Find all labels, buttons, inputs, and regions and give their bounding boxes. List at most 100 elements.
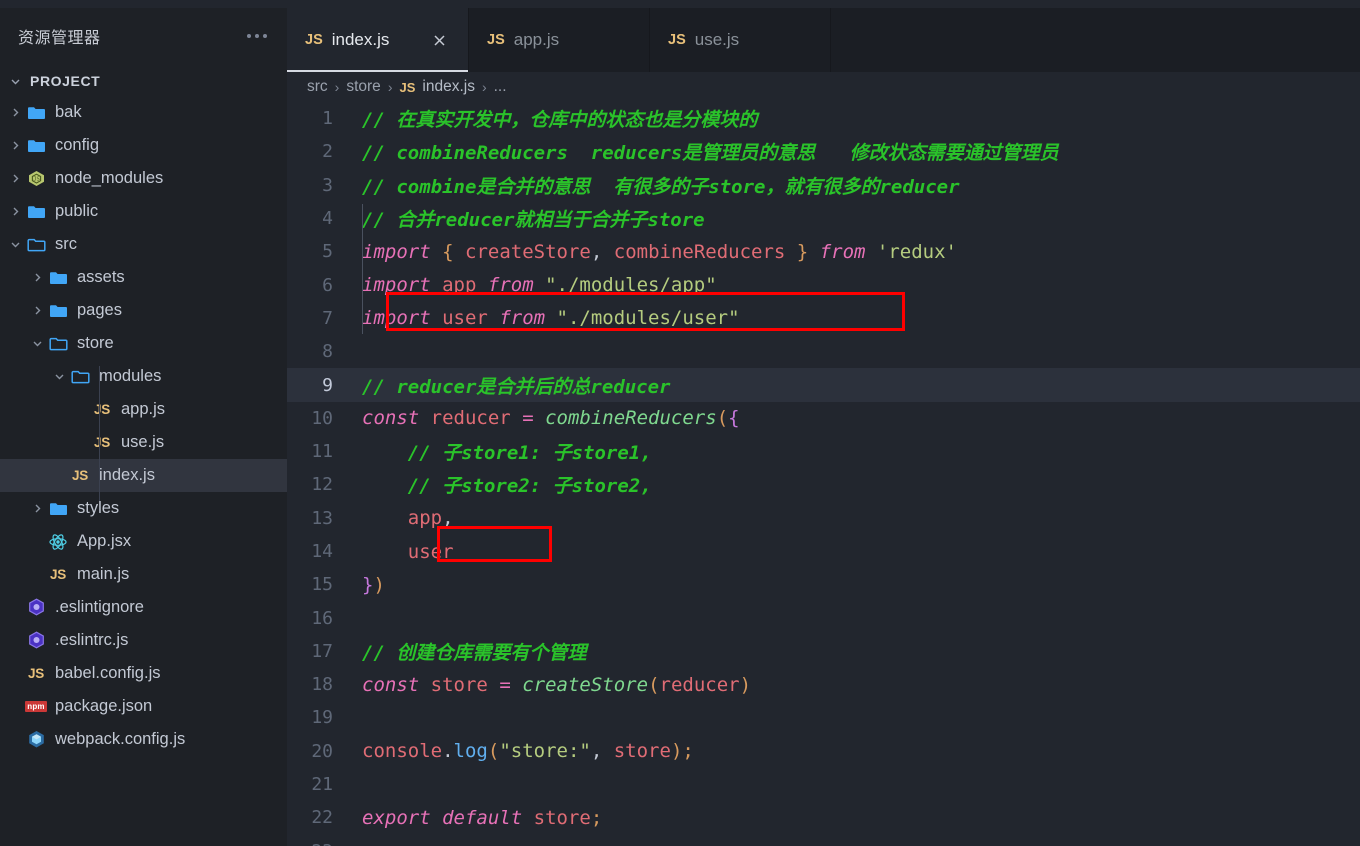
code-line[interactable]: 18 const store = createStore(reducer) [287,668,1360,701]
breadcrumb-file[interactable]: index.js [422,78,475,96]
code-token: // 合并reducer就相当于合并子store [362,209,705,232]
code-line[interactable]: 20 console.log("store:", store); [287,735,1360,768]
tree-item-src[interactable]: src [0,228,287,261]
tree-item-modules[interactable]: modules [0,360,287,393]
node-modules-folder-icon: JS [24,170,48,187]
tree-root-project[interactable]: PROJECT [0,66,287,96]
line-number: 16 [311,607,333,629]
code-line[interactable]: 10 const reducer = combineReducers({ [287,402,1360,435]
code-token: "store:" [499,740,591,763]
tree-item--eslintignore[interactable]: .eslintignore [0,591,287,624]
code-line[interactable]: 23 [287,835,1360,846]
breadcrumb-src[interactable]: src [307,78,328,96]
code-line[interactable]: 15}) [287,568,1360,601]
tree-item-assets[interactable]: assets [0,261,287,294]
tree-item-node-modules[interactable]: JS node_modules [0,162,287,195]
code-line[interactable]: 5 import { createStore, combineReducers }… [287,235,1360,268]
chevron-right-icon[interactable] [6,107,24,118]
code-line[interactable]: 13 app, [287,502,1360,535]
tree-item-bak[interactable]: bak [0,96,287,129]
code-line[interactable]: 1 // 在真实开发中，仓库中的状态也是分模块的 [287,102,1360,135]
editor-tab-index-js[interactable]: JS index.js [287,8,469,72]
code-token: import [362,307,431,330]
tree-item-app-jsx[interactable]: App.jsx [0,525,287,558]
tree-item-app-js[interactable]: JS app.js [0,393,287,426]
chevron-right-icon[interactable] [6,173,24,184]
svg-text:JS: JS [33,177,40,183]
code-line[interactable]: 7 import user from "./modules/user" [287,302,1360,335]
tree-item-index-js[interactable]: JS index.js [0,459,287,492]
tree-item-label: .eslintrc.js [55,631,129,649]
tree-item-package-json[interactable]: npm package.json [0,690,287,723]
tree-item-label: app.js [121,400,166,418]
code-line[interactable]: 8 [287,335,1360,368]
chevron-right-icon[interactable] [6,140,24,151]
tree-item-styles[interactable]: styles [0,492,287,525]
tree-item-label: modules [99,367,162,385]
tree-indent-guide [99,366,100,501]
code-line[interactable]: 14 user [287,535,1360,568]
code-token: combineReducers [545,407,717,430]
line-number: 6 [322,274,333,296]
line-number: 13 [311,507,333,529]
chevron-down-icon[interactable] [6,239,24,250]
chevron-right-icon: › [387,79,393,95]
code-line-text: // 合并reducer就相当于合并子store [349,205,705,232]
chevron-right-icon[interactable] [28,272,46,283]
code-line[interactable]: 19 [287,701,1360,734]
code-line-text: // 子store1: 子store1, [349,438,652,465]
code-line[interactable]: 12 // 子store2: 子store2, [287,468,1360,501]
code-line[interactable]: 17 // 创建仓库需要有个管理 [287,635,1360,668]
breadcrumb-more[interactable]: ... [494,78,507,96]
code-token: from [487,274,534,297]
chevron-right-icon[interactable] [28,503,46,514]
code-token: reducer [659,673,740,696]
tree-item-webpack-config-js[interactable]: webpack.config.js [0,723,287,756]
tree-item-label: config [55,136,100,154]
code-line-text: }) [349,574,385,596]
chevron-down-icon[interactable] [28,338,46,349]
line-number: 9 [322,374,333,396]
tree-item-label: pages [77,301,122,319]
editor-tab-app-js[interactable]: JS app.js [469,8,650,72]
ellipsis-icon[interactable] [243,28,271,44]
chevron-right-icon[interactable] [6,206,24,217]
code-line[interactable]: 22 export default store; [287,801,1360,834]
code-line-text: import user from "./modules/user" [349,307,740,329]
breadcrumb-store[interactable]: store [346,78,380,96]
code-line[interactable]: 16 [287,601,1360,634]
tree-item-pages[interactable]: pages [0,294,287,327]
code-line[interactable]: 11 // 子store1: 子store1, [287,435,1360,468]
code-token: console [362,740,443,763]
js-file-icon: JS [72,468,88,483]
code-token: // 在真实开发中，仓库中的状态也是分模块的 [362,109,758,132]
tree-item-public[interactable]: public [0,195,287,228]
code-editor[interactable]: 1 // 在真实开发中，仓库中的状态也是分模块的 2 // combineReduce… [287,102,1360,846]
explorer-sidebar: 资源管理器 PROJECT bak config JS node_modules pub… [0,8,287,846]
code-line[interactable]: 4 // 合并reducer就相当于合并子store [287,202,1360,235]
editor-tab-use-js[interactable]: JS use.js [650,8,831,72]
npm-file-icon: npm [25,701,47,712]
chevron-down-icon[interactable] [50,371,68,382]
code-line[interactable]: 6 import app from "./modules/app" [287,268,1360,301]
tree-item-main-js[interactable]: JS main.js [0,558,287,591]
tree-item-use-js[interactable]: JS use.js [0,426,287,459]
code-line[interactable]: 21 [287,768,1360,801]
tree-item-label: index.js [99,466,155,484]
close-icon[interactable] [426,27,452,53]
tree-item--eslintrc-js[interactable]: .eslintrc.js [0,624,287,657]
code-line[interactable]: 9 // reducer是合并后的总reducer [287,368,1360,402]
code-line-text: import app from "./modules/app" [349,274,717,296]
code-line-text: const reducer = combineReducers({ [349,407,740,429]
editor-tab-bar: JS index.js JS app.js JS use.js [287,8,1360,72]
tree-item-babel-config-js[interactable]: JS babel.config.js [0,657,287,690]
code-line[interactable]: 2 // combineReducers reducers是管理员的意思 修改状态… [287,135,1360,168]
tree-item-store[interactable]: store [0,327,287,360]
tree-item-config[interactable]: config [0,129,287,162]
code-token: export [362,806,431,829]
code-line[interactable]: 3 // combine是合并的意思 有很多的子store，就有很多的reduce… [287,169,1360,202]
chevron-right-icon[interactable] [28,305,46,316]
